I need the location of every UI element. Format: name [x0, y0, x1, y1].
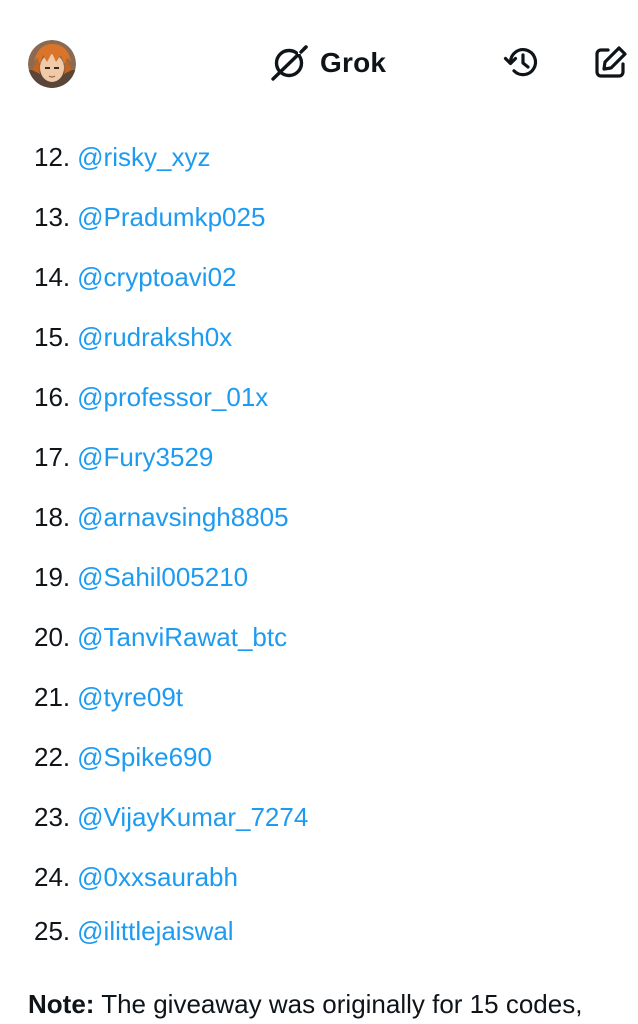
list-item: 23. @VijayKumar_7274	[34, 799, 308, 835]
user-mention-link[interactable]: @arnavsingh8805	[77, 502, 288, 533]
list-item: 18. @arnavsingh8805	[34, 499, 289, 535]
list-number: 25.	[34, 915, 71, 946]
list-number: 14.	[34, 261, 71, 292]
list-item: 25. @ilittlejaiswal	[34, 913, 234, 949]
list-item: 21. @tyre09t	[34, 679, 183, 715]
list-number: 22.	[34, 741, 71, 772]
list-number: 23.	[34, 801, 71, 832]
user-mention-link[interactable]: @Spike690	[77, 742, 212, 773]
note-label: Note:	[28, 989, 95, 1019]
list-item: 16. @professor_01x	[34, 379, 268, 415]
list-number: 19.	[34, 561, 71, 592]
note-text: The giveaway was originally for 15 codes…	[94, 989, 583, 1019]
grok-logo-icon	[271, 45, 308, 81]
grok-chat-screen: Grok 12. @risky_xyz 13. @Pradumkp025 14.…	[0, 0, 638, 1024]
history-button[interactable]	[502, 42, 542, 82]
list-item: 24. @0xxsaurabh	[34, 859, 238, 895]
brand-name: Grok	[320, 47, 387, 78]
new-chat-button[interactable]	[590, 42, 630, 82]
list-item: 12. @risky_xyz	[34, 139, 210, 175]
top-bar: Grok	[0, 0, 638, 124]
user-mention-link[interactable]: @Pradumkp025	[77, 202, 265, 233]
user-mention-link[interactable]: @professor_01x	[77, 382, 268, 413]
list-item: 19. @Sahil005210	[34, 559, 248, 595]
user-mention-link[interactable]: @TanviRawat_btc	[77, 622, 287, 653]
user-mention-link[interactable]: @rudraksh0x	[77, 322, 232, 353]
list-item: 22. @Spike690	[34, 739, 212, 775]
history-icon	[503, 48, 538, 77]
user-mention-link[interactable]: @cryptoavi02	[77, 262, 236, 293]
user-mention-link[interactable]: @Sahil005210	[77, 562, 248, 593]
compose-icon	[595, 46, 627, 78]
avatar-image	[28, 40, 76, 88]
user-mention-link[interactable]: @VijayKumar_7274	[77, 802, 308, 833]
list-number: 16.	[34, 381, 71, 412]
avatar[interactable]	[28, 40, 76, 88]
user-mention-link[interactable]: @Fury3529	[77, 442, 213, 473]
note-paragraph: Note: The giveaway was originally for 15…	[28, 986, 638, 1022]
user-mention-link[interactable]: @tyre09t	[77, 682, 183, 713]
list-number: 12.	[34, 141, 71, 172]
list-item: 15. @rudraksh0x	[34, 319, 232, 355]
user-mention-link[interactable]: @0xxsaurabh	[77, 862, 238, 893]
brand: Grok	[268, 42, 386, 84]
list-number: 24.	[34, 861, 71, 892]
list-number: 18.	[34, 501, 71, 532]
list-item: 20. @TanviRawat_btc	[34, 619, 287, 655]
list-number: 15.	[34, 321, 71, 352]
list-number: 21.	[34, 681, 71, 712]
list-number: 20.	[34, 621, 71, 652]
user-mention-link[interactable]: @ilittlejaiswal	[77, 916, 233, 947]
list-number: 17.	[34, 441, 71, 472]
list-item: 17. @Fury3529	[34, 439, 213, 475]
list-number: 13.	[34, 201, 71, 232]
list-item: 14. @cryptoavi02	[34, 259, 237, 295]
user-mention-link[interactable]: @risky_xyz	[77, 142, 210, 173]
list-item: 13. @Pradumkp025	[34, 199, 265, 235]
